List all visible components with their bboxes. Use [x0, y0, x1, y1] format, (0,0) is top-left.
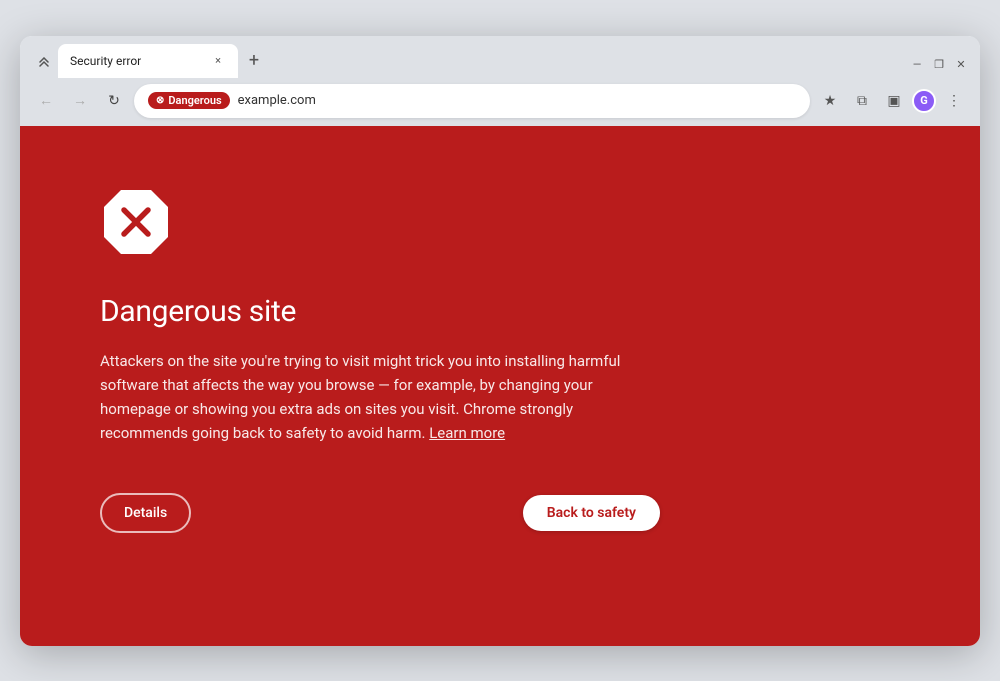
tab-title: Security error [70, 54, 202, 68]
details-button[interactable]: Details [100, 493, 191, 533]
dangerous-label: Dangerous [168, 94, 221, 107]
tab-group: Security error × + [32, 44, 906, 78]
tab-expand-button[interactable] [32, 48, 56, 78]
url-display: example.com [238, 93, 796, 108]
extensions-icon: ⧉ [857, 93, 867, 109]
menu-button[interactable]: ⋮ [940, 87, 968, 115]
menu-icon: ⋮ [947, 93, 961, 109]
browser-window: Security error × + — ❐ ✕ ← → ↻ ⊗ Dangero… [20, 36, 980, 646]
address-bar[interactable]: ⊗ Dangerous example.com [134, 84, 810, 118]
dangerous-icon: ⊗ [156, 95, 164, 106]
error-title: Dangerous site [100, 294, 660, 329]
split-view-button[interactable]: ▣ [880, 87, 908, 115]
page-content: Dangerous site Attackers on the site you… [20, 126, 980, 646]
active-tab[interactable]: Security error × [58, 44, 238, 78]
window-controls: — ❐ ✕ [910, 58, 968, 78]
minimize-button[interactable]: — [910, 58, 924, 72]
title-bar: Security error × + — ❐ ✕ [20, 36, 980, 78]
dangerous-badge: ⊗ Dangerous [148, 92, 230, 109]
avatar-initial: G [920, 94, 928, 107]
reload-button[interactable]: ↻ [100, 87, 128, 115]
back-to-safety-button[interactable]: Back to safety [523, 495, 660, 531]
split-view-icon: ▣ [887, 93, 900, 109]
error-description: Attackers on the site you're trying to v… [100, 349, 660, 445]
warning-icon [100, 186, 172, 258]
bookmark-icon: ★ [824, 93, 837, 109]
learn-more-link[interactable]: Learn more [429, 424, 505, 442]
back-button[interactable]: ← [32, 87, 60, 115]
maximize-button[interactable]: ❐ [932, 58, 946, 72]
bookmark-button[interactable]: ★ [816, 87, 844, 115]
error-container: Dangerous site Attackers on the site you… [100, 186, 660, 533]
profile-avatar-button[interactable]: G [912, 89, 936, 113]
error-actions: Details Back to safety [100, 493, 660, 533]
extensions-button[interactable]: ⧉ [848, 87, 876, 115]
tab-close-button[interactable]: × [210, 53, 226, 69]
toolbar: ← → ↻ ⊗ Dangerous example.com ★ ⧉ ▣ [20, 78, 980, 126]
forward-button[interactable]: → [66, 87, 94, 115]
close-window-button[interactable]: ✕ [954, 58, 968, 72]
toolbar-actions: ★ ⧉ ▣ G ⋮ [816, 87, 968, 115]
new-tab-button[interactable]: + [240, 47, 268, 75]
